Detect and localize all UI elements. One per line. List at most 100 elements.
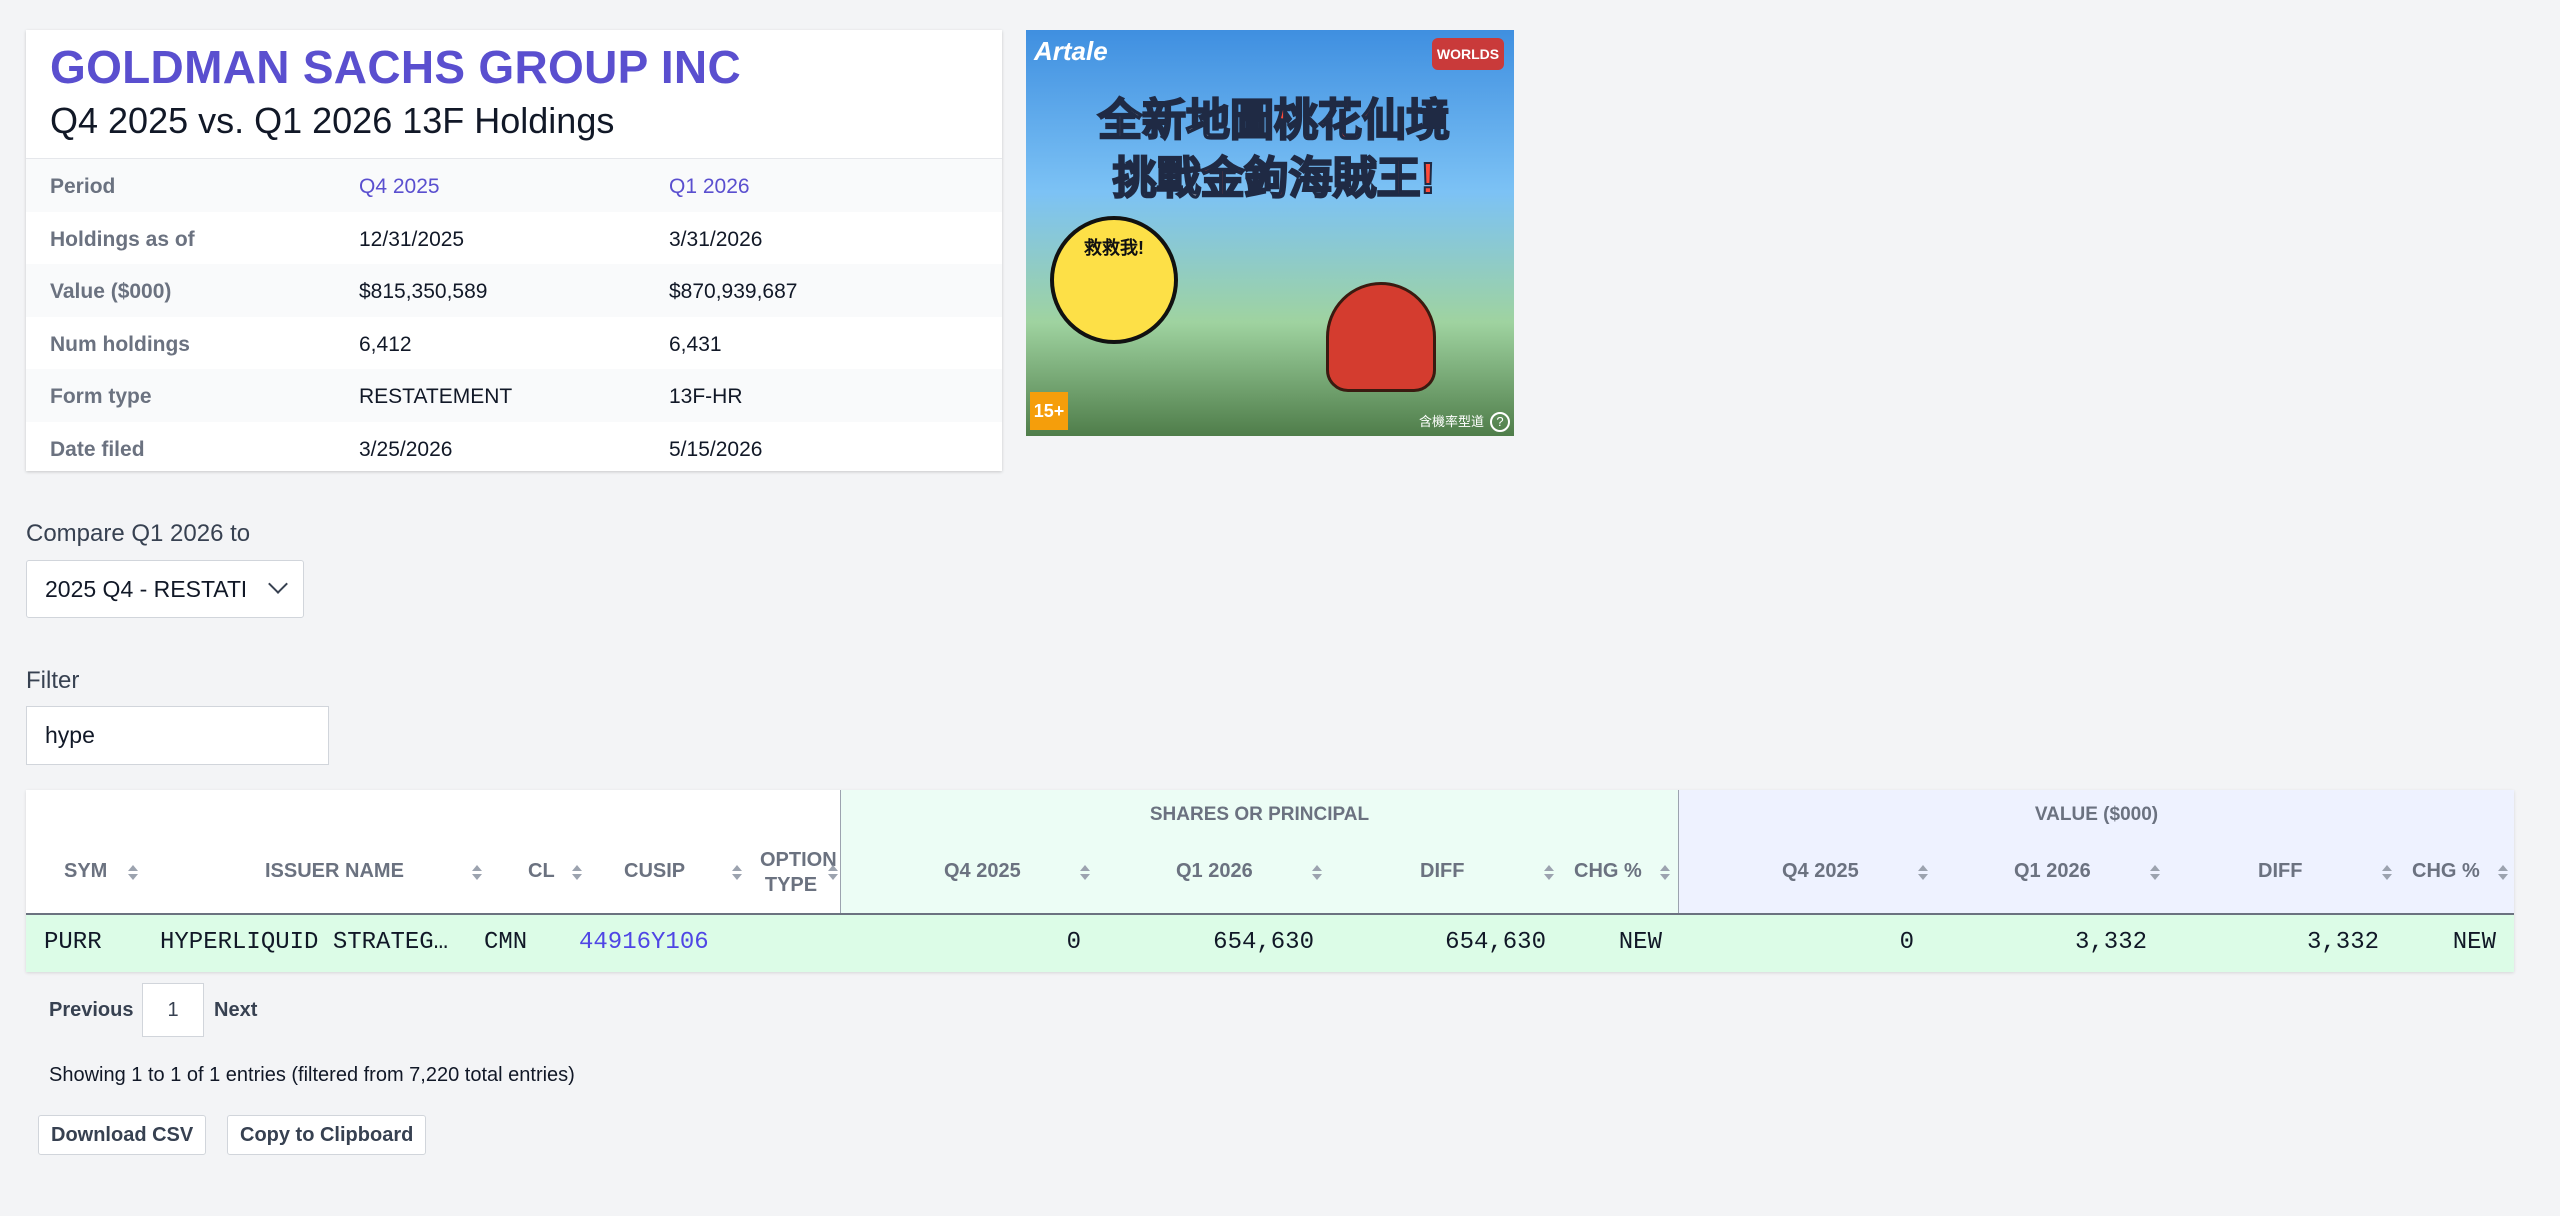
cell-value-diff: 3,332 — [2306, 929, 2379, 956]
column-header-shares-q4[interactable]: Q4 2025 — [840, 830, 1098, 913]
sort-icon — [1918, 865, 1928, 881]
column-header-shares-chg[interactable]: CHG % — [1562, 830, 1678, 913]
download-csv-button[interactable]: Download CSV — [38, 1115, 207, 1155]
meta-value-q1: 13F-HR — [669, 385, 743, 408]
column-header-cl[interactable]: CL — [472, 830, 582, 913]
column-header-shares-diff[interactable]: DIFF — [1330, 830, 1562, 913]
compare-period-select[interactable]: 2025 Q4 - RESTATEMENT — [26, 560, 304, 618]
copy-to-clipboard-button[interactable]: Copy to Clipboard — [227, 1115, 427, 1155]
column-header-cusip[interactable]: CUSIP — [586, 830, 746, 913]
chevron-down-icon — [268, 574, 288, 594]
meta-label: Period — [50, 175, 116, 198]
holdings-meta-table: Period Q4 2025 Q1 2026 Holdings as of 12… — [26, 158, 1002, 474]
ad-bubble-text: 救救我! — [1084, 238, 1144, 258]
filter-input[interactable] — [26, 706, 329, 765]
column-header-issuer[interactable]: ISSUER NAME — [142, 830, 496, 913]
sort-icon — [128, 865, 138, 881]
cell-issuer: HYPERLIQUID STRATEG… — [160, 929, 449, 956]
holdings-table: SHARES OR PRINCIPAL VALUE ($000) SYM ISS… — [26, 790, 2514, 972]
cell-shares-q4: 0 — [1066, 929, 1081, 956]
filter-label: Filter — [26, 667, 80, 694]
ad-worlds-badge: WORLDS — [1432, 38, 1504, 70]
column-header-label: Q4 2025 — [1782, 860, 1859, 882]
cell-cl: CMN — [484, 929, 528, 956]
ad-disclaimer: 含機率型道 — [1418, 414, 1484, 429]
advertisement-banner[interactable]: Artale WORLDS 全新地圖桃花仙境 挑戰金鉤海賊王! 救救我! 15+… — [1026, 30, 1514, 436]
column-header-label: CHG % — [1574, 860, 1642, 882]
meta-label: Value ($000) — [50, 280, 172, 303]
cell-shares-q1: 654,630 — [1213, 929, 1314, 956]
period-q1-link[interactable]: Q1 2026 — [669, 175, 750, 199]
entries-summary: Showing 1 to 1 of 1 entries (filtered fr… — [49, 1064, 575, 1086]
sort-icon — [828, 865, 838, 881]
column-header-label: CL — [528, 860, 555, 882]
meta-value-q4: $815,350,589 — [359, 280, 488, 303]
sort-icon — [1544, 865, 1554, 881]
meta-value-q1: 5/15/2026 — [669, 437, 763, 461]
meta-label: Holdings as of — [50, 227, 195, 251]
ad-headline-2b: 金鉤海賊王! — [1200, 153, 1437, 204]
sort-icon — [1660, 865, 1670, 881]
sort-icon — [572, 865, 582, 881]
ad-speech-bubble: 救救我! — [1050, 216, 1178, 344]
sort-icon — [2498, 865, 2508, 881]
sort-icon — [2382, 865, 2392, 881]
column-header-sym[interactable]: SYM — [26, 830, 142, 913]
column-header-label: ISSUER NAME — [265, 860, 404, 882]
column-header-label: CHG % — [2412, 860, 2480, 882]
meta-label: Num holdings — [50, 332, 190, 356]
meta-label: Form type — [50, 385, 152, 408]
next-page-button[interactable]: Next — [214, 999, 257, 1022]
cusip-link[interactable]: 44916Y106 — [579, 929, 709, 956]
ad-pirate-character-image — [1326, 282, 1436, 392]
column-header-label: Q1 2026 — [1176, 860, 1253, 882]
column-header-value-q4[interactable]: Q4 2025 — [1678, 830, 1936, 913]
previous-page-button[interactable]: Previous — [49, 999, 133, 1022]
meta-value-q4: RESTATEMENT — [359, 385, 513, 408]
meta-row-holdings-as-of: Holdings as of 12/31/2025 3/31/2026 — [26, 212, 1002, 265]
ad-age-rating: 15+ — [1030, 392, 1068, 430]
ad-info-icon[interactable]: ? — [1490, 412, 1510, 432]
period-q4-link[interactable]: Q4 2025 — [359, 175, 440, 199]
value-group-title: VALUE ($000) — [2034, 804, 2159, 825]
cell-value-chg: NEW — [2452, 929, 2496, 956]
column-header-label: Q1 2026 — [2014, 860, 2091, 882]
ad-headline-1b: 桃花仙境 — [1273, 95, 1451, 146]
ad-headline-1a: 全新地圖 — [1097, 95, 1275, 146]
column-header-label: Q4 2025 — [944, 860, 1021, 882]
column-header-label: CUSIP — [624, 860, 686, 882]
column-header-label: DIFF — [1420, 860, 1465, 882]
sort-icon — [2150, 865, 2160, 881]
column-header-option-type[interactable]: OPTION TYPE — [738, 830, 838, 913]
meta-value-q4: 6,412 — [359, 332, 412, 356]
shares-group-title: SHARES OR PRINCIPAL — [1149, 804, 1370, 825]
meta-label: Date filed — [50, 437, 145, 461]
meta-value-q1: 6,431 — [669, 332, 722, 356]
cell-value-q4: 0 — [1899, 929, 1914, 956]
meta-row-period: Period Q4 2025 Q1 2026 — [26, 159, 1002, 212]
column-header-label: DIFF — [2258, 860, 2303, 882]
column-header-label: OPTION TYPE — [760, 849, 837, 896]
table-row[interactable]: PURR HYPERLIQUID STRATEG… CMN 44916Y106 … — [26, 915, 2514, 972]
column-header-value-q1[interactable]: Q1 2026 — [1936, 830, 2168, 913]
ad-brand-logo: Artale — [1034, 36, 1108, 66]
column-header-value-diff[interactable]: DIFF — [2168, 830, 2400, 913]
cell-shares-diff: 654,630 — [1445, 929, 1546, 956]
column-header-value-chg[interactable]: CHG % — [2400, 830, 2514, 913]
meta-value-q4: 3/25/2026 — [359, 437, 453, 461]
cell-sym: PURR — [44, 929, 102, 956]
page-1-button[interactable]: 1 — [142, 983, 204, 1037]
cell-value-q1: 3,332 — [2074, 929, 2147, 956]
column-header-shares-q1[interactable]: Q1 2026 — [1098, 830, 1330, 913]
cell-shares-chg: NEW — [1618, 929, 1662, 956]
ad-headline-2a: 挑戰 — [1112, 153, 1202, 204]
ad-headline-1: 全新地圖桃花仙境 — [1074, 84, 1474, 148]
column-header-label: SYM — [64, 860, 108, 882]
meta-row-num-holdings: Num holdings 6,412 6,431 — [26, 317, 1002, 370]
sort-icon — [1080, 865, 1090, 881]
meta-value-q1: $870,939,687 — [669, 280, 798, 303]
meta-row-form-type: Form type RESTATEMENT 13F-HR — [26, 369, 1002, 422]
meta-row-value: Value ($000) $815,350,589 $870,939,687 — [26, 264, 1002, 317]
company-name: GOLDMAN SACHS GROUP INC — [50, 41, 741, 93]
sort-icon — [1312, 865, 1322, 881]
